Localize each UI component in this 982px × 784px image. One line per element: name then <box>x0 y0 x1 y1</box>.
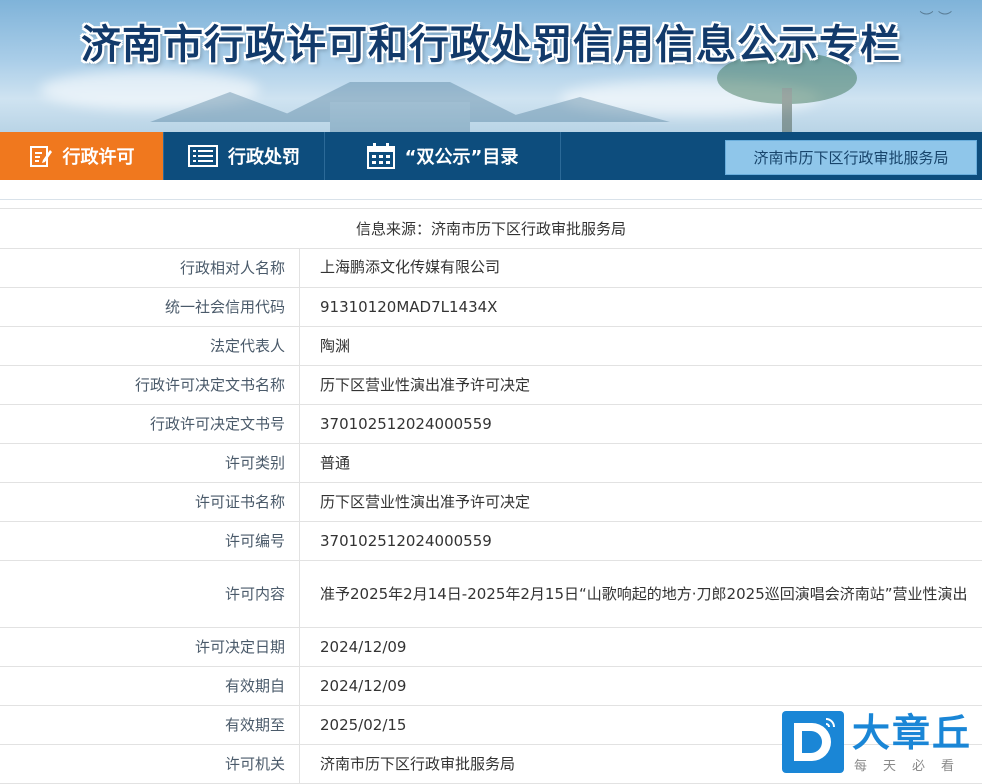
row-label: 许可证书名称 <box>0 482 300 521</box>
table-row: 有效期自 2024/12/09 <box>0 666 982 705</box>
row-label: 行政许可决定文书名称 <box>0 365 300 404</box>
row-value: 370102512024000559 <box>300 521 982 560</box>
row-label: 统一社会信用代码 <box>0 287 300 326</box>
table-row: 许可决定日期 2024/12/09 <box>0 627 982 666</box>
tab-administrative-penalty[interactable]: 行政处罚 <box>164 132 324 180</box>
tab-double-publicity-catalog[interactable]: “双公示”目录 <box>325 132 560 180</box>
row-label: 许可内容 <box>0 560 300 627</box>
tab-label: “双公示”目录 <box>405 143 519 169</box>
row-value: 准予2025年2月14日-2025年2月15日“山歌响起的地方·刀郎2025巡回… <box>300 560 982 627</box>
table-row: 行政相对人名称 上海鹏添文化传媒有限公司 <box>0 248 982 287</box>
row-value: 上海鹏添文化传媒有限公司 <box>300 248 982 287</box>
edit-document-icon <box>29 144 53 168</box>
row-label: 法定代表人 <box>0 326 300 365</box>
row-value: 普通 <box>300 443 982 482</box>
row-label: 有效期自 <box>0 666 300 705</box>
row-label: 许可类别 <box>0 443 300 482</box>
row-value: 陶渊 <box>300 326 982 365</box>
nav-spacer <box>0 180 982 200</box>
table-row: 行政许可决定文书名称 历下区营业性演出准予许可决定 <box>0 365 982 404</box>
dazhangqiu-logo <box>782 711 844 773</box>
table-row: 许可内容 准予2025年2月14日-2025年2月15日“山歌响起的地方·刀郎2… <box>0 560 982 627</box>
row-value: 91310120MAD7L1434X <box>300 287 982 326</box>
watermark-slogan: 每天必看 <box>854 755 970 774</box>
tab-administrative-license[interactable]: 行政许可 <box>0 132 163 180</box>
table-row: 许可证书名称 历下区营业性演出准予许可决定 <box>0 482 982 521</box>
tab-label: 行政处罚 <box>228 143 300 169</box>
table-row: 许可编号 370102512024000559 <box>0 521 982 560</box>
row-value: 370102512024000559 <box>300 404 982 443</box>
info-source: 信息来源：济南市历下区行政审批服务局 <box>0 208 982 249</box>
nav-divider <box>560 132 561 180</box>
d-logo-icon <box>782 711 844 773</box>
watermark: 大章丘 每天必看 <box>782 711 982 777</box>
license-info-table: 行政相对人名称 上海鹏添文化传媒有限公司 统一社会信用代码 91310120MA… <box>0 248 982 784</box>
row-value: 历下区营业性演出准予许可决定 <box>300 365 982 404</box>
row-label: 许可编号 <box>0 521 300 560</box>
table-row: 行政许可决定文书号 370102512024000559 <box>0 404 982 443</box>
row-label: 行政许可决定文书号 <box>0 404 300 443</box>
main-nav: 行政许可 行政处罚 “双公示”目录 济南市历下区行政审批服务局 <box>0 132 982 180</box>
table-row: 许可类别 普通 <box>0 443 982 482</box>
row-value: 2024/12/09 <box>300 666 982 705</box>
row-value: 2024/12/09 <box>300 627 982 666</box>
row-label: 许可决定日期 <box>0 627 300 666</box>
row-value: 历下区营业性演出准予许可决定 <box>300 482 982 521</box>
pavilion-illustration <box>150 62 670 132</box>
header-banner: ︶ ︶ 济南市行政许可和行政处罚信用信息公示专栏 <box>0 0 982 132</box>
table-row: 统一社会信用代码 91310120MAD7L1434X <box>0 287 982 326</box>
agency-button[interactable]: 济南市历下区行政审批服务局 <box>725 140 977 175</box>
list-icon <box>188 145 218 167</box>
row-label: 许可机关 <box>0 744 300 783</box>
row-label: 行政相对人名称 <box>0 248 300 287</box>
calendar-icon <box>367 143 395 169</box>
row-label: 有效期至 <box>0 705 300 744</box>
page-title: 济南市行政许可和行政处罚信用信息公示专栏 <box>0 12 982 70</box>
divider <box>0 199 982 200</box>
tab-label: 行政许可 <box>63 143 135 169</box>
watermark-brand: 大章丘 <box>852 711 972 755</box>
table-row: 法定代表人 陶渊 <box>0 326 982 365</box>
